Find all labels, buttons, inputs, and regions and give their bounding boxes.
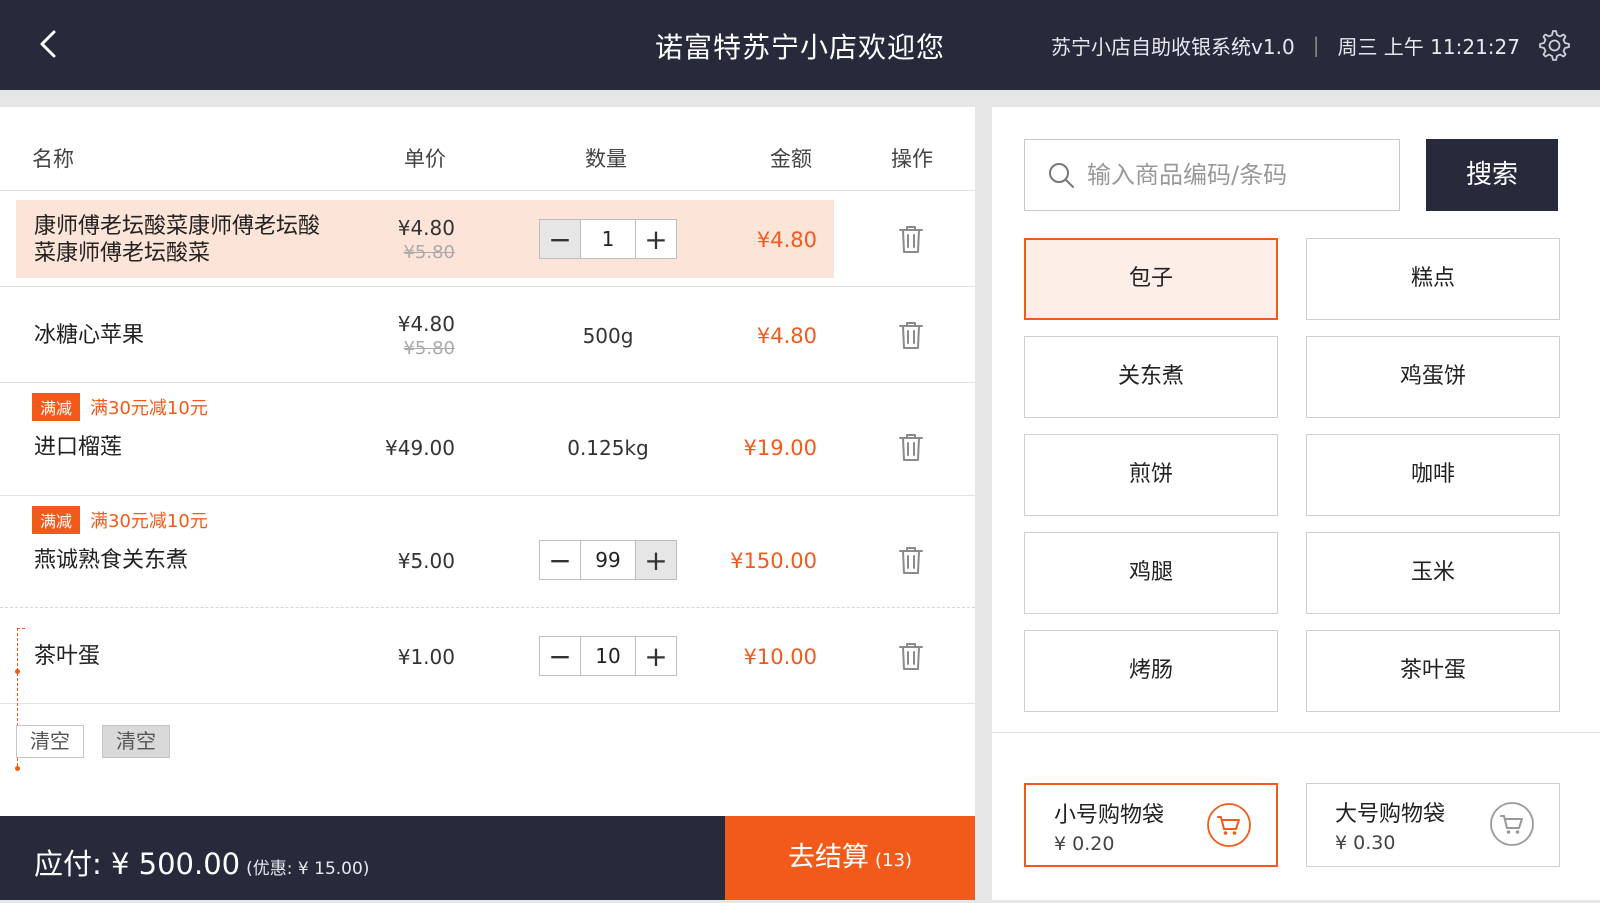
promo-text: 满30元减10元 (90, 511, 208, 532)
large-bag-option[interactable]: 大号购物袋 ¥ 0.30 (1306, 783, 1560, 867)
category-corn[interactable]: 玉米 (1306, 532, 1560, 614)
item-amount: ¥19.00 (743, 436, 817, 460)
item-amount: ¥4.80 (756, 228, 817, 252)
plus-button[interactable]: + (636, 637, 676, 675)
item-price: ¥49.00 (385, 436, 455, 460)
original-price: ¥5.80 (403, 338, 455, 359)
col-name: 名称 (32, 147, 74, 171)
bag-name: 大号购物袋 (1335, 802, 1446, 827)
item-weight: 500g (582, 324, 634, 348)
table-row[interactable]: 满减 满30元减10元 燕诚熟食关东煮 ¥5.00 − 99 + ¥150.00 (0, 497, 975, 608)
category-tea-egg[interactable]: 茶叶蛋 (1306, 630, 1560, 712)
table-row[interactable]: 满减 满30元减10元 进口榴莲 ¥49.00 0.125kg ¥19.00 (0, 384, 975, 496)
quantity-value: 1 (580, 220, 636, 258)
header-separator: | (1312, 33, 1320, 57)
search-icon (1049, 163, 1074, 188)
promo-text: 满30元减10元 (90, 398, 208, 419)
minus-button[interactable]: − (540, 637, 580, 675)
cart-icon (1207, 803, 1251, 847)
item-name: 康师傅老坛酸菜康师傅老坛酸 菜康师傅老坛酸菜 (34, 214, 321, 266)
checkout-button[interactable]: 去结算 (13) (725, 816, 975, 900)
small-bag-option[interactable]: 小号购物袋 ¥ 0.20 (1024, 783, 1278, 867)
promo-tag: 满减 (32, 506, 81, 534)
col-amount: 金额 (770, 147, 812, 171)
item-amount: ¥4.80 (756, 324, 817, 348)
trash-icon[interactable] (897, 224, 925, 254)
table-row[interactable]: 冰糖心苹果 ¥4.80 ¥5.80 500g ¥4.80 (0, 288, 975, 383)
category-oden[interactable]: 关东煮 (1024, 336, 1278, 418)
bracket-dot (15, 669, 20, 674)
system-name: 苏宁小店自助收银系统v1.0 (1051, 34, 1295, 59)
bag-name: 小号购物袋 (1054, 803, 1165, 828)
quantity-value: 99 (580, 541, 636, 579)
search-box (1024, 139, 1400, 211)
gear-icon[interactable] (1536, 28, 1570, 62)
table-row[interactable]: 康师傅老坛酸菜康师傅老坛酸 菜康师傅老坛酸菜 ¥4.80 ¥5.80 − 1 +… (0, 192, 975, 287)
checkout-count: (13) (875, 850, 912, 871)
item-amount: ¥150.00 (730, 549, 817, 573)
panel-divider (992, 732, 1600, 733)
top-bar: 诺富特苏宁小店欢迎您 苏宁小店自助收银系统v1.0 | 周三 上午 11:21:… (0, 0, 1600, 90)
quantity-value: 10 (580, 637, 636, 675)
promo-label: 满减 满30元减10元 (32, 506, 208, 534)
quantity-stepper: − 99 + (539, 540, 677, 580)
category-coffee[interactable]: 咖啡 (1306, 434, 1560, 516)
item-weight: 0.125kg (567, 436, 649, 460)
bracket-dot (15, 766, 20, 771)
back-arrow-icon[interactable] (30, 24, 70, 64)
search-button[interactable]: 搜索 (1426, 139, 1558, 211)
trash-icon[interactable] (897, 545, 925, 575)
col-price: 单价 (404, 147, 446, 171)
payment-bar: 应付: ¥ 500.00 (优惠: ¥ 15.00) 去结算 (13) (0, 816, 975, 900)
item-name: 冰糖心苹果 (34, 323, 145, 348)
category-jianbing[interactable]: 煎饼 (1024, 434, 1278, 516)
quantity-stepper: − 1 + (539, 219, 677, 259)
quantity-stepper: − 10 + (539, 636, 677, 676)
datetime: 周三 上午 11:21:27 (1337, 34, 1520, 59)
minus-button[interactable]: − (540, 220, 580, 258)
original-price: ¥5.80 (403, 242, 455, 263)
item-name: 茶叶蛋 (34, 644, 101, 669)
cart-table-header: 名称 单价 数量 金额 操作 (0, 107, 975, 191)
promo-label: 满减 满30元减10元 (32, 393, 208, 421)
item-amount: ¥10.00 (743, 645, 817, 669)
trash-icon[interactable] (897, 641, 925, 671)
clear-button[interactable]: 清空 (16, 725, 84, 758)
category-baozi[interactable]: 包子 (1024, 238, 1278, 320)
trash-icon[interactable] (897, 320, 925, 350)
clear-button-pressed[interactable]: 清空 (102, 725, 170, 758)
minus-button[interactable]: − (540, 541, 580, 579)
category-chicken-leg[interactable]: 鸡腿 (1024, 532, 1278, 614)
category-egg-pancake[interactable]: 鸡蛋饼 (1306, 336, 1560, 418)
plus-button[interactable]: + (636, 541, 676, 579)
category-pastry[interactable]: 糕点 (1306, 238, 1560, 320)
col-qty: 数量 (585, 147, 627, 171)
plus-button[interactable]: + (636, 220, 676, 258)
search-input[interactable] (1087, 161, 1387, 189)
item-name: 进口榴莲 (34, 435, 123, 460)
bag-price: ¥ 0.30 (1335, 832, 1396, 854)
product-panel: 搜索 包子 糕点 关东煮 鸡蛋饼 煎饼 咖啡 鸡腿 玉米 烤肠 茶叶蛋 小号购物… (992, 107, 1600, 900)
item-price: ¥5.00 (397, 549, 455, 573)
item-price: ¥4.80 ¥5.80 (397, 216, 455, 263)
item-price: ¥1.00 (397, 645, 455, 669)
cart-icon (1490, 802, 1534, 846)
bag-price: ¥ 0.20 (1054, 833, 1115, 855)
col-action: 操作 (891, 147, 933, 171)
payable-amount: 应付: ¥ 500.00 (34, 847, 241, 881)
item-price: ¥4.80 ¥5.80 (397, 312, 455, 359)
trash-icon[interactable] (897, 432, 925, 462)
payable-total: 应付: ¥ 500.00 (优惠: ¥ 15.00) (34, 841, 369, 883)
item-name: 燕诚熟食关东煮 (34, 548, 189, 573)
cart-panel: 名称 单价 数量 金额 操作 康师傅老坛酸菜康师傅老坛酸 菜康师傅老坛酸菜 ¥4… (0, 107, 975, 900)
discount-amount: (优惠: ¥ 15.00) (246, 859, 370, 879)
header-info: 苏宁小店自助收银系统v1.0 | 周三 上午 11:21:27 (1051, 28, 1570, 62)
category-sausage[interactable]: 烤肠 (1024, 630, 1278, 712)
checkout-label: 去结算 (788, 842, 870, 873)
promo-tag: 满减 (32, 393, 81, 421)
table-row[interactable]: 茶叶蛋 ¥1.00 − 10 + ¥10.00 (0, 609, 975, 704)
